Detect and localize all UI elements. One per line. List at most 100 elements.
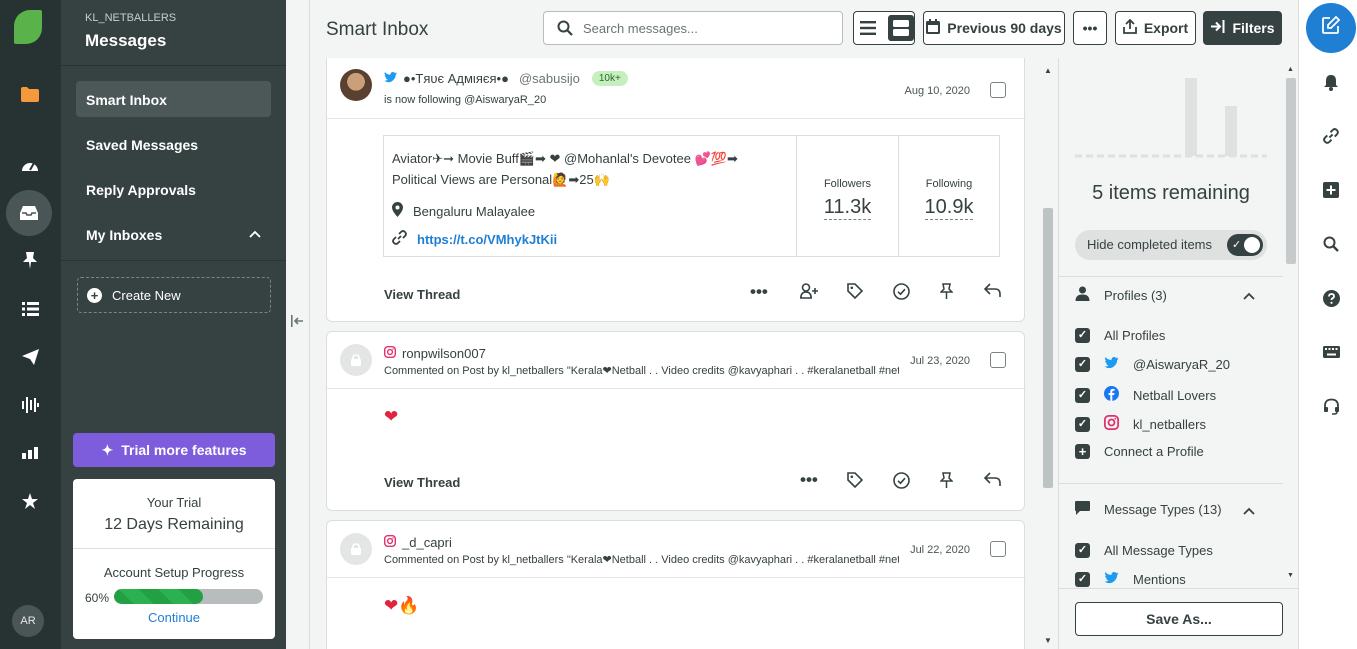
add-square-icon[interactable]: [1319, 178, 1343, 202]
checkbox-checked[interactable]: ✓: [1075, 572, 1090, 587]
send-icon[interactable]: [12, 339, 48, 375]
card-view-icon[interactable]: [887, 15, 914, 41]
profile-url-link[interactable]: https://t.co/VMhykJtKii: [417, 232, 557, 247]
nav-item-smart-inbox[interactable]: Smart Inbox: [76, 81, 271, 117]
main-area: Smart Inbox Previous 90 days ••• Export: [286, 0, 1299, 649]
checkbox-checked[interactable]: ✓: [1075, 328, 1090, 343]
scroll-up-arrow-icon[interactable]: ▲: [1287, 66, 1294, 73]
complete-check-icon[interactable]: [893, 283, 910, 305]
scroll-up-arrow-icon[interactable]: ▲: [1044, 66, 1052, 75]
profile-filter-all[interactable]: ✓ All Profiles: [1075, 328, 1165, 343]
message-type-filter-all[interactable]: ✓ All Message Types: [1075, 543, 1213, 558]
keyboard-icon[interactable]: [1319, 340, 1343, 364]
chevron-up-icon[interactable]: [1243, 288, 1255, 303]
complete-check-icon[interactable]: [893, 472, 910, 494]
profile-filter-twitter[interactable]: ✓ @AiswaryaR_20: [1075, 357, 1230, 372]
more-actions-icon[interactable]: •••: [750, 282, 768, 302]
checkbox-checked[interactable]: ✓: [1075, 387, 1090, 403]
search-input[interactable]: [543, 11, 843, 45]
pin-icon[interactable]: [12, 242, 48, 278]
location-text: Bengaluru Malayalee: [413, 203, 536, 219]
user-avatar[interactable]: AR: [12, 605, 44, 637]
profile-filter-instagram[interactable]: ✓ kl_netballers: [1075, 414, 1206, 433]
list-view-icon[interactable]: [855, 15, 881, 41]
scrollbar-thumb[interactable]: [1043, 208, 1053, 488]
help-icon[interactable]: [1319, 286, 1343, 310]
tag-icon[interactable]: [847, 472, 864, 493]
checkbox-checked[interactable]: ✓: [1075, 543, 1090, 558]
more-options-button[interactable]: •••: [1073, 11, 1107, 45]
list-icon[interactable]: [12, 291, 48, 327]
inbox-icon[interactable]: [6, 190, 52, 236]
compose-button[interactable]: [1306, 3, 1356, 53]
nav-item-reply-approvals[interactable]: Reply Approvals: [76, 171, 271, 207]
view-thread-link[interactable]: View Thread: [384, 475, 460, 490]
hide-completed-toggle[interactable]: ✓: [1227, 234, 1263, 256]
filters-button[interactable]: Filters: [1203, 11, 1282, 45]
sender-handle[interactable]: @sabusijo: [519, 71, 580, 86]
message-type-filter-mentions[interactable]: ✓ Mentions: [1075, 572, 1186, 587]
nav-item-my-inboxes[interactable]: My Inboxes: [76, 216, 271, 252]
nav-item-saved-messages[interactable]: Saved Messages: [76, 126, 271, 162]
message-card[interactable]: _d_capri Commented on Post by kl_netball…: [326, 520, 1026, 649]
profile-filter-facebook[interactable]: ✓ Netball Lovers: [1075, 386, 1216, 404]
pin-icon[interactable]: [939, 283, 954, 304]
save-as-button[interactable]: Save As...: [1075, 602, 1283, 636]
message-checkbox[interactable]: [990, 82, 1006, 98]
reply-icon[interactable]: [983, 472, 1001, 492]
date-range-button[interactable]: Previous 90 days: [923, 11, 1065, 45]
link-icon[interactable]: [1319, 124, 1343, 148]
instagram-icon: [1103, 414, 1120, 433]
export-label: Export: [1143, 20, 1189, 36]
create-new-button[interactable]: + Create New: [77, 277, 271, 313]
message-types-section-header[interactable]: Message Types (13): [1075, 501, 1267, 518]
trial-more-features-button[interactable]: ✦ Trial more features: [73, 433, 275, 467]
filters-icon: [1210, 20, 1225, 36]
message-checkbox[interactable]: [990, 541, 1006, 557]
chevron-up-icon[interactable]: [1243, 503, 1255, 518]
more-actions-icon[interactable]: •••: [800, 470, 818, 490]
setup-progress-bar: [114, 589, 263, 604]
sender-name[interactable]: _d_capri: [402, 535, 452, 550]
export-button[interactable]: Export: [1115, 11, 1196, 45]
collapse-panel-icon[interactable]: [291, 315, 304, 330]
headset-icon[interactable]: [1319, 394, 1343, 418]
avatar[interactable]: [340, 533, 372, 565]
checkbox-checked[interactable]: ✓: [1075, 416, 1090, 432]
tag-icon[interactable]: [847, 283, 864, 304]
speedometer-icon[interactable]: [12, 147, 48, 183]
avatar[interactable]: [340, 344, 372, 376]
pin-icon[interactable]: [939, 472, 954, 493]
message-card[interactable]: ●•Tяυє Aдмιяєя•● @sabusijo 10k+ is now f…: [326, 58, 1026, 322]
avatar[interactable]: [340, 69, 372, 101]
scroll-down-arrow-icon[interactable]: ▼: [1287, 572, 1294, 579]
bell-icon[interactable]: [1319, 70, 1343, 94]
view-thread-link[interactable]: View Thread: [384, 287, 460, 302]
message-checkbox[interactable]: [990, 352, 1006, 368]
filter-scrollbar-thumb[interactable]: [1286, 78, 1296, 264]
sender-name[interactable]: ronpwilson007: [402, 346, 486, 361]
folder-icon[interactable]: [12, 76, 48, 112]
message-date: Aug 10, 2020: [904, 85, 970, 97]
scroll-down-arrow-icon[interactable]: ▼: [1044, 636, 1052, 645]
follow-user-icon[interactable]: [799, 283, 818, 304]
bio-line: Aviator✈➞ Movie Buff🎬➡ ❤ @Mohanlal's Dev…: [392, 151, 738, 166]
checkbox-checked[interactable]: ✓: [1075, 357, 1090, 372]
star-icon[interactable]: [12, 483, 48, 519]
chevron-up-icon[interactable]: [249, 226, 261, 241]
profiles-section-header[interactable]: Profiles (3): [1075, 286, 1267, 304]
continue-link[interactable]: Continue: [73, 610, 275, 625]
feed-scrollbar[interactable]: ▲ ▼: [1038, 58, 1058, 649]
follower-badge: 10k+: [591, 71, 628, 86]
link-icon: [392, 230, 407, 248]
export-icon: [1122, 18, 1137, 37]
sender-name[interactable]: ●•Tяυє Aдмιяєя•●: [403, 71, 509, 86]
bar-chart-icon[interactable]: [12, 435, 48, 471]
audio-wave-icon[interactable]: [12, 387, 48, 423]
reply-icon[interactable]: [983, 283, 1001, 303]
sprout-logo[interactable]: [14, 10, 42, 44]
message-bubble-icon: [1075, 501, 1090, 518]
message-card[interactable]: ronpwilson007 Commented on Post by kl_ne…: [326, 331, 1026, 511]
search-icon[interactable]: [1319, 232, 1343, 256]
connect-profile-button[interactable]: + Connect a Profile: [1075, 444, 1204, 459]
